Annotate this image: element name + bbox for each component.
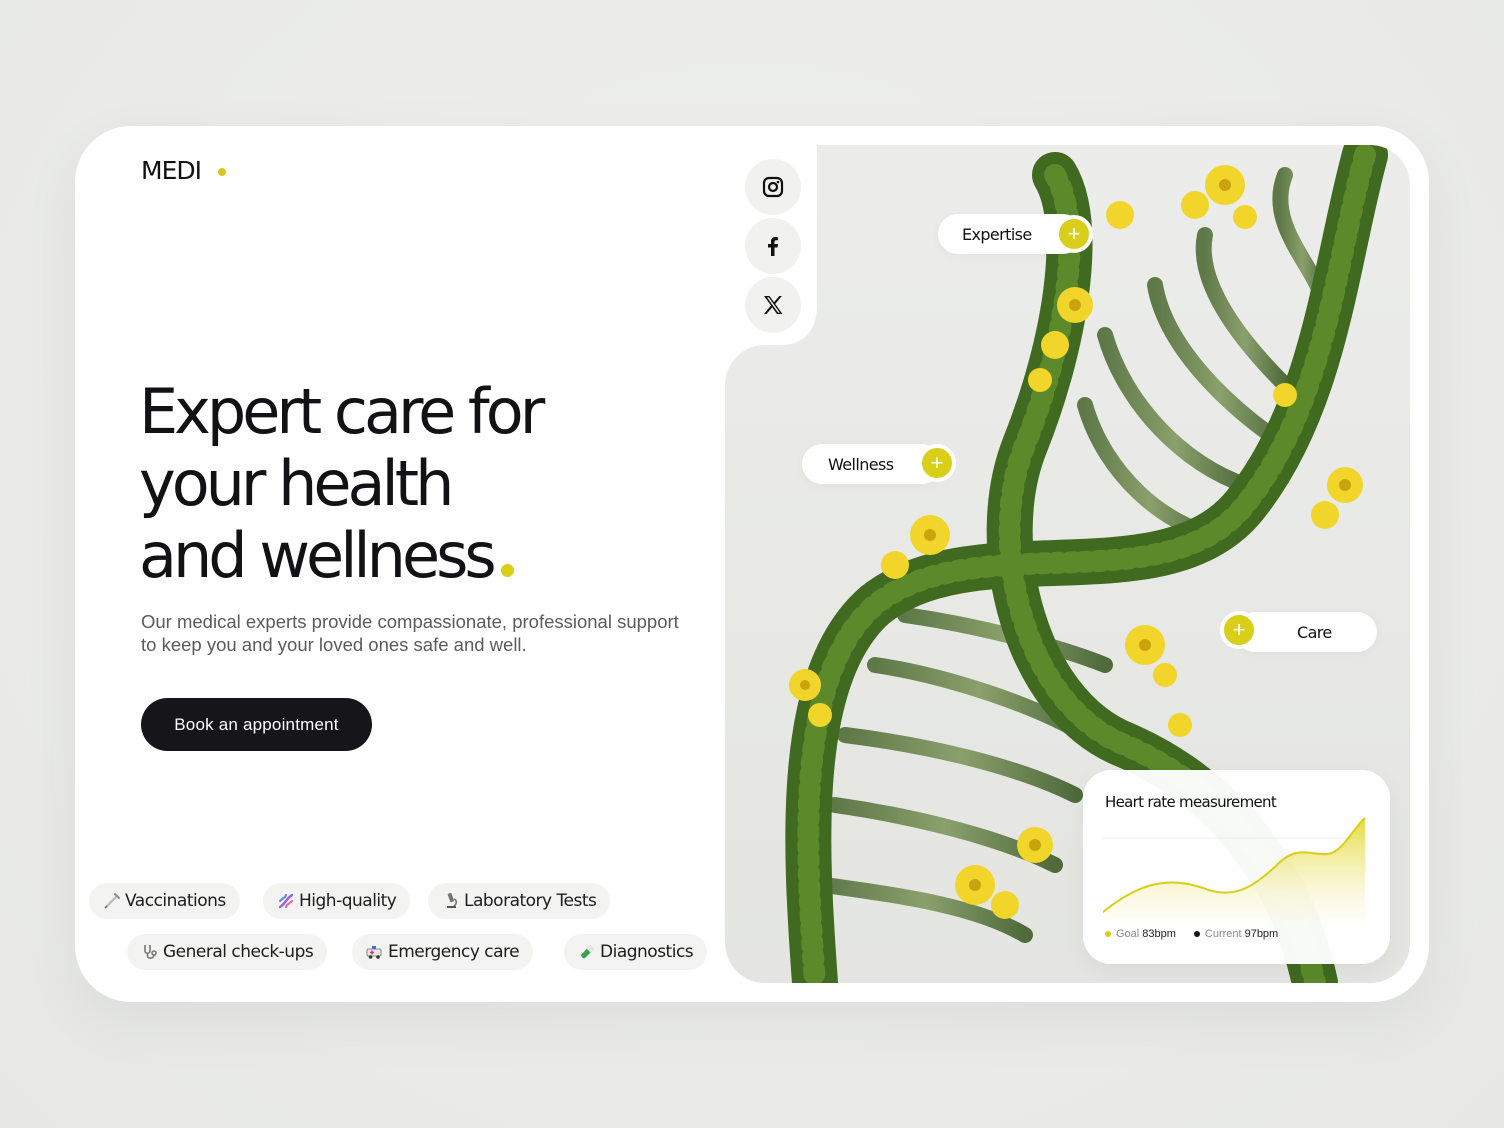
current-value: 97bpm [1244, 928, 1279, 940]
dna-icon [278, 893, 294, 909]
heart-rate-chart [1103, 817, 1366, 920]
headline-line-1: Expert care for [139, 375, 545, 448]
heart-rate-area [1103, 818, 1365, 920]
instagram-button[interactable] [745, 159, 801, 215]
hotspot-expertise-plus-icon[interactable]: + [1055, 215, 1093, 253]
facebook-button[interactable] [745, 218, 801, 274]
service-chip-high-quality[interactable]: High-quality [263, 883, 411, 919]
stethoscope-icon [144, 945, 157, 959]
x-icon [764, 296, 783, 314]
current-label: Current [1204, 928, 1242, 940]
test-tube-icon [581, 945, 594, 959]
headline-line-3: and wellness [139, 520, 699, 592]
social-links [745, 159, 803, 336]
hero-subtext: Our medical experts provide compassionat… [141, 611, 679, 655]
service-label: High-quality [299, 891, 397, 911]
ambulance-icon [366, 946, 382, 959]
headline: Expert care for your health and wellness [139, 376, 699, 592]
hotspot-care-plus-icon[interactable]: + [1220, 611, 1258, 649]
hotspot-label: Care [1297, 622, 1332, 642]
logo[interactable]: MEDI [141, 156, 202, 185]
syringe-icon [104, 893, 120, 909]
hotspot-label: Wellness [828, 454, 894, 474]
service-label: Emergency care [388, 942, 520, 962]
current-dot [1193, 931, 1200, 938]
service-chip-vaccinations[interactable]: Vaccinations [89, 883, 240, 919]
book-appointment-button[interactable]: Book an appointment [141, 698, 372, 751]
hotspot-wellness-plus-icon[interactable]: + [918, 444, 956, 482]
current-legend: Current 97bpm [1193, 928, 1279, 940]
service-label: Laboratory Tests [464, 891, 597, 911]
goal-legend: Goal 83bpm [1105, 928, 1176, 940]
service-chip-emergency-care[interactable]: Emergency care [352, 934, 534, 970]
headline-line-3-text: and wellness [139, 519, 497, 592]
instagram-icon [762, 176, 784, 198]
heart-rate-legend: Goal 83bpm Current 97bpm [1105, 928, 1278, 940]
service-chip-diagnostics[interactable]: Diagnostics [564, 934, 708, 970]
heart-rate-title: Heart rate measurement [1105, 793, 1277, 811]
headline-accent-dot [500, 564, 514, 577]
service-label: Vaccinations [125, 891, 226, 911]
hero-card: MEDI Expert care for your health and wel… [75, 126, 1429, 1002]
service-label: Diagnostics [600, 942, 694, 962]
hotspot-label: Expertise [962, 224, 1032, 244]
microscope-icon [447, 892, 458, 908]
logo-dot [218, 168, 226, 176]
goal-label: Goal [1116, 928, 1140, 940]
service-chip-general-check-ups[interactable]: General check-ups [127, 934, 328, 970]
heart-rate-widget: Heart rate measurement Goal 83bpm Current… [1083, 770, 1390, 964]
goal-value: 83bpm [1142, 928, 1176, 940]
x-button[interactable] [745, 277, 801, 333]
service-label: General check-ups [163, 942, 314, 962]
service-chip-laboratory-tests[interactable]: Laboratory Tests [428, 883, 611, 919]
goal-dot [1105, 931, 1111, 938]
facebook-icon [768, 237, 778, 256]
headline-line-2: your health [139, 447, 454, 520]
